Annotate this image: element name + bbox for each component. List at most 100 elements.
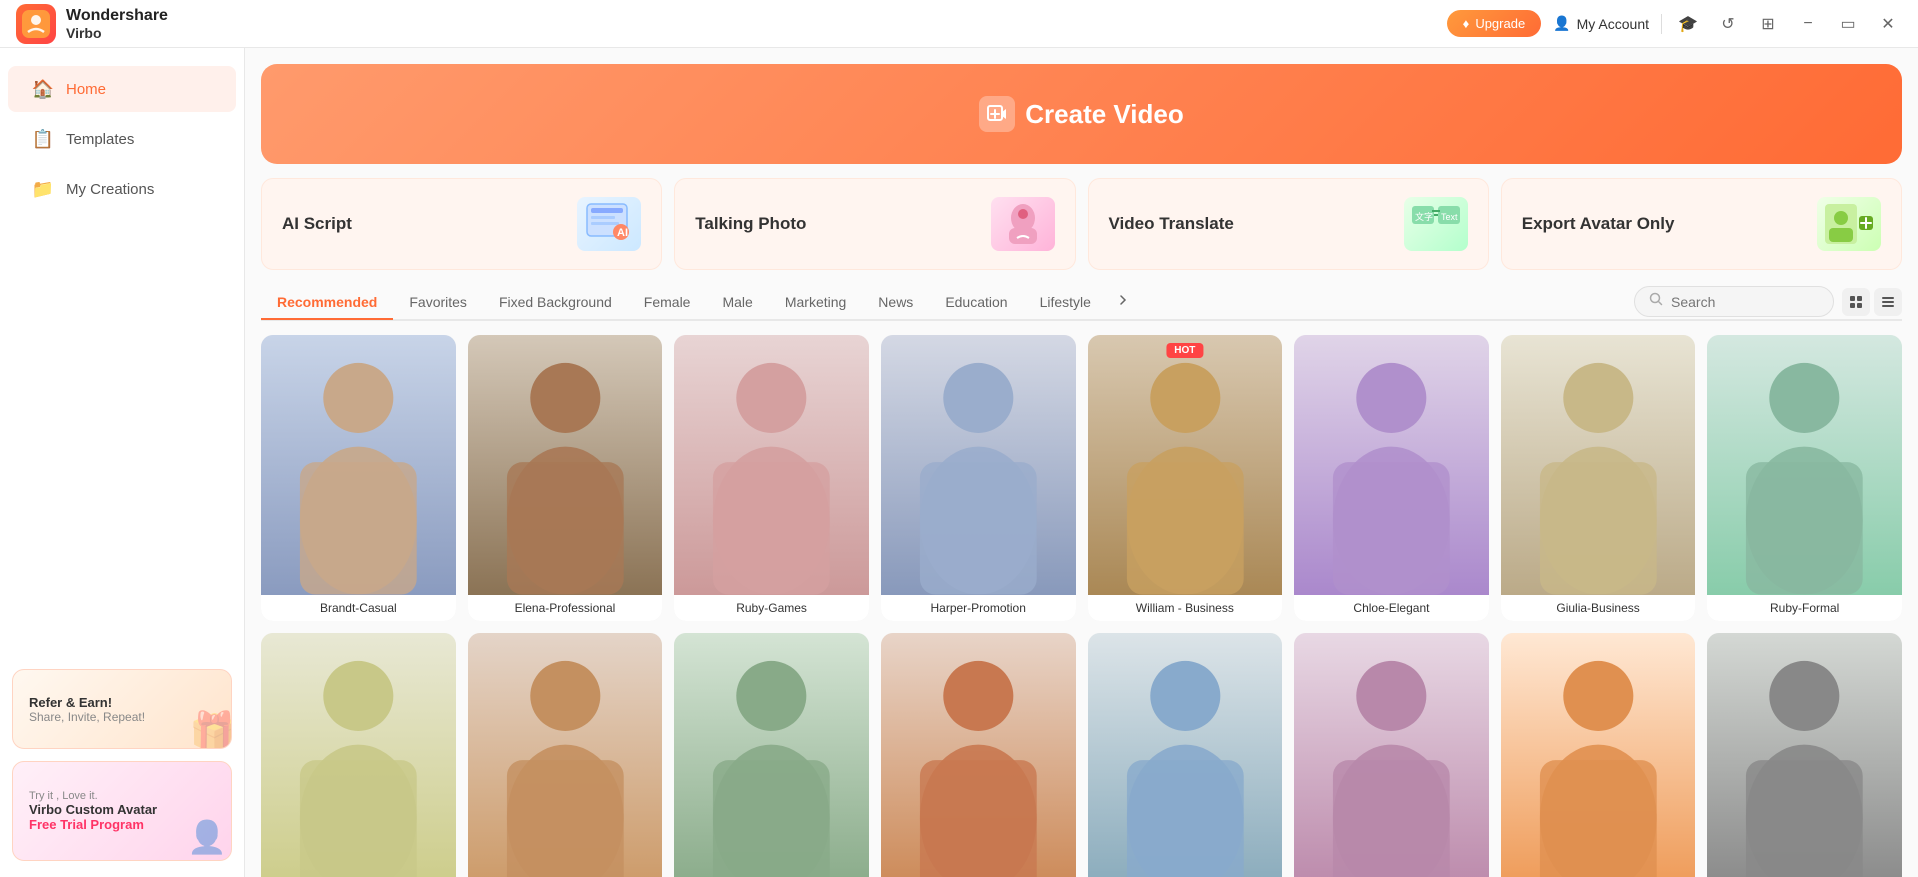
avatar-img-william: HOT	[1088, 335, 1283, 595]
sidebar-item-home[interactable]: 🏠 Home	[8, 66, 236, 112]
app-name-block: Wondershare Virbo	[66, 7, 168, 41]
avatar-img-harper-promo	[881, 335, 1076, 595]
refer-earn-title: Refer & Earn!	[29, 695, 112, 710]
video-translate-img: 文字Text	[1404, 197, 1468, 251]
avatar-card-william[interactable]: HOT William - Business	[1088, 335, 1283, 621]
course-icon-button[interactable]: 🎓	[1674, 10, 1702, 38]
my-account-button[interactable]: 👤 My Account	[1553, 15, 1649, 32]
feature-ai-script[interactable]: AI Script AI	[261, 178, 662, 270]
avatar-img-ruby-formal	[1707, 335, 1902, 595]
grid-view-button[interactable]	[1842, 288, 1870, 316]
custom-avatar-card[interactable]: Try it , Love it. Virbo Custom Avatar Fr…	[12, 761, 232, 861]
avatar-card-harper-news[interactable]: Harper - News Anchor	[1088, 633, 1283, 877]
svg-text:文字: 文字	[1415, 211, 1433, 222]
tab-recommended[interactable]: Recommended	[261, 286, 393, 320]
avatar-img-amara	[1501, 633, 1696, 877]
avatar-grid: Brandt-Casual Elena-Professional Ruby-Ga…	[261, 335, 1902, 877]
help-icon-button[interactable]: ↺	[1714, 10, 1742, 38]
svg-text:AI: AI	[617, 227, 628, 239]
avatar-card-john[interactable]: John-Marketer	[881, 633, 1076, 877]
avatar-card-amara[interactable]: Amara - Traditional	[1501, 633, 1696, 877]
avatar-card-giulia[interactable]: Giulia-Business	[1501, 335, 1696, 621]
titlebar-actions: ♦ Upgrade 👤 My Account 🎓 ↺ ⊞ − ▭ ✕	[1447, 10, 1902, 38]
app-logo	[16, 4, 56, 44]
avatar-card-chloe[interactable]: Chloe-Elegant	[1294, 335, 1489, 621]
avatar-name-giulia: Giulia-Business	[1501, 595, 1696, 621]
tab-news[interactable]: News	[862, 286, 929, 320]
grid-icon-button[interactable]: ⊞	[1754, 10, 1782, 38]
avatar-card-ruby-games[interactable]: Ruby-Games	[674, 335, 869, 621]
avatar-img-elena	[468, 335, 663, 595]
feature-video-translate[interactable]: Video Translate 文字Text	[1088, 178, 1489, 270]
view-toggle	[1842, 288, 1902, 316]
avatar-img-john	[881, 633, 1076, 877]
feature-cards-row: AI Script AI Talking Photo Video Transla…	[261, 178, 1902, 270]
account-icon: 👤	[1553, 15, 1570, 32]
my-account-label: My Account	[1577, 16, 1649, 32]
refer-earn-card[interactable]: Refer & Earn! Share, Invite, Repeat! 🎁	[12, 669, 232, 749]
avatar-card-brandt[interactable]: Brandt-Casual	[261, 335, 456, 621]
templates-label: Templates	[66, 131, 134, 148]
search-input-wrap[interactable]	[1634, 286, 1834, 317]
avatar-img-ruby-games	[674, 335, 869, 595]
tab-female[interactable]: Female	[628, 286, 707, 320]
templates-icon: 📋	[32, 128, 54, 150]
home-icon: 🏠	[32, 78, 54, 100]
avatar-name-ruby-formal: Ruby-Formal	[1707, 595, 1902, 621]
tab-fixed-background[interactable]: Fixed Background	[483, 286, 628, 320]
minimize-button[interactable]: −	[1794, 10, 1822, 38]
avatar-name-elena: Elena-Professional	[468, 595, 663, 621]
search-icon	[1649, 292, 1663, 311]
feature-talking-photo[interactable]: Talking Photo	[674, 178, 1075, 270]
avatar-img-chloe	[1294, 335, 1489, 595]
avatar-img-mina	[674, 633, 869, 877]
refresh-icon: ↺	[1721, 14, 1734, 34]
upgrade-label: Upgrade	[1475, 16, 1525, 31]
avatar-card-arjun[interactable]: Arjun - Araber	[261, 633, 456, 877]
tab-education[interactable]: Education	[929, 286, 1023, 320]
tab-marketing[interactable]: Marketing	[769, 286, 862, 320]
search-area	[1634, 286, 1902, 317]
avatar-card-noppon[interactable]: Noppon - Fitness	[1707, 633, 1902, 877]
feature-export-avatar[interactable]: Export Avatar Only	[1501, 178, 1902, 270]
avatar-card-gabriel[interactable]: Gabriel-Business	[468, 633, 663, 877]
avatar-img-gabriel	[468, 633, 663, 877]
search-input[interactable]	[1671, 294, 1819, 310]
list-view-button[interactable]	[1874, 288, 1902, 316]
tab-male[interactable]: Male	[706, 286, 768, 320]
avatar-card-elena[interactable]: Elena-Professional	[468, 335, 663, 621]
titlebar: Wondershare Virbo ♦ Upgrade 👤 My Account…	[0, 0, 1918, 48]
my-creations-label: My Creations	[66, 181, 154, 198]
main-layout: 🏠 Home 📋 Templates 📁 My Creations Refer …	[0, 48, 1918, 877]
avatar-card-harper-promo[interactable]: Harper-Promotion	[881, 335, 1076, 621]
sidebar-item-templates[interactable]: 📋 Templates	[8, 116, 236, 162]
close-button[interactable]: ✕	[1874, 10, 1902, 38]
avatar-card-contee[interactable]: Contee-Leisure	[1294, 633, 1489, 877]
tab-lifestyle[interactable]: Lifestyle	[1024, 286, 1107, 320]
gift-icon: 🎁	[189, 709, 232, 749]
sidebar: 🏠 Home 📋 Templates 📁 My Creations Refer …	[0, 48, 245, 877]
export-avatar-img	[1817, 197, 1881, 251]
virbo-custom-title: Virbo Custom Avatar	[29, 802, 215, 817]
upgrade-button[interactable]: ♦ Upgrade	[1447, 10, 1542, 37]
avatar-card-ruby-formal[interactable]: Ruby-Formal	[1707, 335, 1902, 621]
create-video-label: Create Video	[1025, 99, 1183, 130]
ai-script-label: AI Script	[282, 214, 352, 234]
try-it-label: Try it , Love it.	[29, 790, 215, 802]
filter-more-button[interactable]	[1107, 284, 1139, 319]
upgrade-icon: ♦	[1463, 16, 1470, 31]
create-video-icon	[979, 96, 1015, 132]
maximize-button[interactable]: ▭	[1834, 10, 1862, 38]
ai-script-img: AI	[577, 197, 641, 251]
sidebar-item-my-creations[interactable]: 📁 My Creations	[8, 166, 236, 212]
talking-photo-img	[991, 197, 1055, 251]
avatar-name-harper-promo: Harper-Promotion	[881, 595, 1076, 621]
app-branding: Wondershare Virbo	[16, 4, 168, 44]
create-video-banner[interactable]: Create Video	[261, 64, 1902, 164]
avatar-card-mina[interactable]: Mina - Hanfu	[674, 633, 869, 877]
sidebar-promo: Refer & Earn! Share, Invite, Repeat! 🎁 T…	[12, 669, 232, 861]
tab-favorites[interactable]: Favorites	[393, 286, 483, 320]
create-video-button[interactable]: Create Video	[979, 96, 1183, 132]
app-sub: Virbo	[66, 25, 168, 41]
titlebar-divider	[1661, 14, 1662, 34]
